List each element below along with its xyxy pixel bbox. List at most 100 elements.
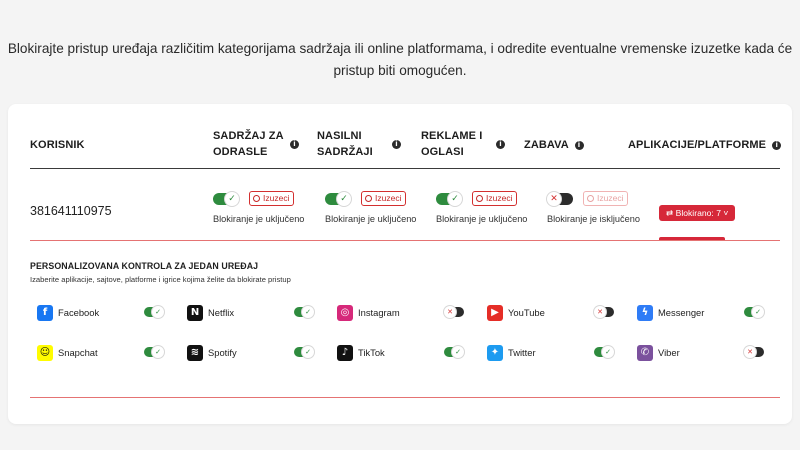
app-toggle-netflix[interactable]: ✓ — [294, 306, 314, 318]
app-toggle-facebook[interactable]: ✓ — [144, 306, 164, 318]
app-item-tiktok: ♪ TikTok ✓ — [337, 345, 465, 361]
header-ads: REKLAME I OGLASI i — [421, 128, 511, 160]
check-icon: ✓ — [602, 346, 614, 358]
youtube-icon: ▶ — [487, 305, 503, 321]
close-icon: ✕ — [444, 306, 456, 318]
blocked-apps-button[interactable]: ⇄ Blokirano: 7 ˅ — [659, 205, 736, 221]
app-name: Netflix — [208, 307, 235, 318]
entertainment-status-text: Blokiranje je isključeno — [547, 214, 640, 224]
app-name: Snapchat — [58, 347, 98, 358]
header-apps-platforms: APLIKACIJE/PLATFORME i — [628, 137, 782, 153]
category-entertainment-cell: ✕ Izuzeci Blokiranje je isključeno — [547, 190, 657, 224]
app-item-twitter: ✦ Twitter ✓ — [487, 345, 615, 361]
app-toggle-messenger[interactable]: ✓ — [744, 306, 764, 318]
category-ads-cell: ✓ Izuzeci Blokiranje je uključeno — [436, 190, 546, 224]
app-item-instagram: ◎ Instagram ✕ — [337, 305, 465, 321]
adult-content-toggle[interactable]: ✓ — [213, 191, 239, 206]
row-divider — [30, 240, 780, 241]
adult-status-text: Blokiranje je uključeno — [213, 214, 305, 224]
app-name: Facebook — [58, 307, 100, 318]
app-name: TikTok — [358, 347, 385, 358]
violent-exceptions-button[interactable]: Izuzeci — [361, 191, 407, 207]
clock-icon — [587, 195, 594, 203]
user-phone-number: 381641110975 — [30, 204, 112, 218]
app-item-snapchat: ☺ Snapchat ✓ — [37, 345, 165, 361]
exceptions-label: Izuzeci — [486, 193, 513, 204]
app-toggle-spotify[interactable]: ✓ — [294, 346, 314, 358]
app-item-netflix: N Netflix ✓ — [187, 305, 315, 321]
app-name: Twitter — [508, 347, 536, 358]
violent-status-text: Blokiranje je uključeno — [325, 214, 417, 224]
close-icon: ✕ — [547, 191, 561, 206]
facebook-icon: f — [37, 305, 53, 321]
exceptions-label: Izuzeci — [375, 193, 402, 204]
app-toggle-viber[interactable]: ✕ — [744, 346, 764, 358]
check-icon: ✓ — [752, 306, 764, 318]
snapchat-icon: ☺ — [37, 345, 53, 361]
app-item-viber: ✆ Viber ✕ — [637, 345, 765, 361]
header-entertainment: ZABAVA i — [524, 137, 584, 153]
viber-icon: ✆ — [637, 345, 653, 361]
intro-line-1: Blokirajte pristup uređaja različitim ka… — [7, 41, 793, 56]
header-violent-content: NASILNI SADRŽAJI i — [317, 128, 407, 160]
app-item-facebook: f Facebook ✓ — [37, 305, 165, 321]
info-icon[interactable]: i — [772, 140, 782, 150]
netflix-icon: N — [187, 305, 203, 321]
clock-icon — [253, 195, 260, 203]
app-item-messenger: ϟ Messenger ✓ — [637, 305, 765, 321]
clock-icon — [476, 195, 483, 203]
violent-content-toggle[interactable]: ✓ — [325, 191, 351, 206]
header-apps-label: APLIKACIJE/PLATFORME — [628, 139, 767, 151]
section-bottom-divider — [30, 397, 780, 398]
exceptions-label: Izuzeci — [263, 193, 290, 204]
close-icon: ✕ — [744, 346, 756, 358]
header-entertainment-label: ZABAVA — [524, 139, 569, 151]
check-icon: ✓ — [452, 346, 464, 358]
app-name: Viber — [658, 347, 680, 358]
app-name: Messenger — [658, 307, 705, 318]
messenger-icon: ϟ — [637, 305, 653, 321]
check-icon: ✓ — [152, 306, 164, 318]
app-item-spotify: ≋ Spotify ✓ — [187, 345, 315, 361]
category-violent-cell: ✓ Izuzeci Blokiranje je uključeno — [325, 190, 435, 224]
header-divider — [30, 168, 780, 169]
info-icon[interactable]: i — [574, 140, 584, 150]
header-adult-content: SADRŽAJ ZA ODRASLE i — [213, 128, 303, 160]
personal-control-subtitle: Izaberite aplikacije, sajtove, platforme… — [30, 275, 291, 284]
close-icon: ✕ — [594, 306, 606, 318]
info-icon[interactable]: i — [392, 140, 401, 149]
personal-control-title: PERSONALIZOVANA KONTROLA ZA JEDAN UREĐAJ — [30, 261, 259, 271]
adult-exceptions-button[interactable]: Izuzeci — [249, 191, 295, 207]
instagram-icon: ◎ — [337, 305, 353, 321]
check-icon: ✓ — [225, 191, 239, 206]
exceptions-label: Izuzeci — [597, 193, 624, 204]
ads-toggle[interactable]: ✓ — [436, 191, 462, 206]
info-icon[interactable]: i — [290, 140, 299, 149]
check-icon: ✓ — [302, 346, 314, 358]
app-toggle-instagram[interactable]: ✕ — [444, 306, 464, 318]
app-toggle-youtube[interactable]: ✕ — [594, 306, 614, 318]
app-item-youtube: ▶ YouTube ✕ — [487, 305, 615, 321]
intro-text: Blokirajte pristup uređaja različitim ka… — [0, 38, 800, 82]
tiktok-icon: ♪ — [337, 345, 353, 361]
twitter-icon: ✦ — [487, 345, 503, 361]
info-icon[interactable]: i — [496, 140, 505, 149]
category-adult-cell: ✓ Izuzeci Blokiranje je uključeno — [213, 190, 323, 224]
entertainment-exceptions-button[interactable]: Izuzeci — [583, 191, 629, 207]
ads-status-text: Blokiranje je uključeno — [436, 214, 528, 224]
app-toggle-tiktok[interactable]: ✓ — [444, 346, 464, 358]
app-name: YouTube — [508, 307, 545, 318]
header-user: KORISNIK — [30, 139, 85, 151]
app-name: Instagram — [358, 307, 400, 318]
entertainment-toggle[interactable]: ✕ — [547, 191, 573, 206]
app-name: Spotify — [208, 347, 237, 358]
app-toggle-snapchat[interactable]: ✓ — [144, 346, 164, 358]
spotify-icon: ≋ — [187, 345, 203, 361]
ads-exceptions-button[interactable]: Izuzeci — [472, 191, 518, 207]
check-icon: ✓ — [302, 306, 314, 318]
blocking-card: KORISNIK SADRŽAJ ZA ODRASLE i NASILNI SA… — [8, 104, 792, 424]
app-toggle-twitter[interactable]: ✓ — [594, 346, 614, 358]
check-icon: ✓ — [337, 191, 351, 206]
check-icon: ✓ — [448, 191, 462, 206]
clock-icon — [365, 195, 372, 203]
